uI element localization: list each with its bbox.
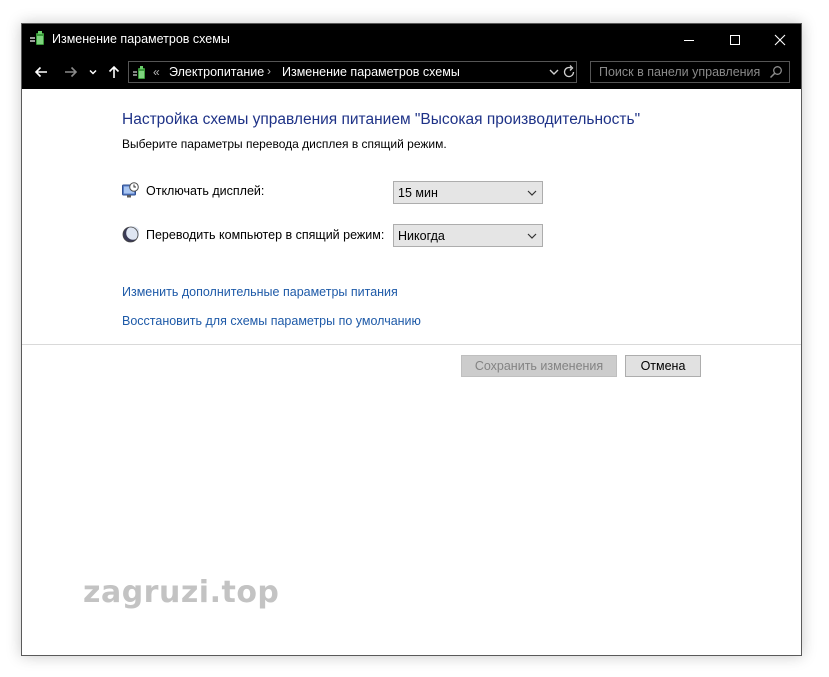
watermark: zagruzi.top — [83, 575, 280, 610]
address-bar[interactable]: « Электропитание › Изменение параметров … — [128, 61, 577, 83]
breadcrumb-separator[interactable]: › — [267, 64, 271, 78]
minimize-button[interactable] — [666, 24, 712, 55]
refresh-icon[interactable] — [562, 64, 576, 80]
window-title: Изменение параметров схемы — [52, 32, 230, 46]
moon-sleep-icon — [122, 226, 139, 243]
sleep-select[interactable]: Никогда — [393, 224, 543, 247]
forward-button[interactable] — [60, 60, 82, 84]
navigation-bar: « Электропитание › Изменение параметров … — [22, 55, 801, 89]
back-button[interactable] — [30, 60, 52, 84]
sleep-label: Переводить компьютер в спящий режим: — [146, 228, 385, 242]
window: Изменение параметров схемы « Электропита… — [21, 23, 802, 656]
arrow-up-icon — [108, 65, 120, 78]
breadcrumb-power-options[interactable]: Электропитание — [169, 65, 264, 79]
up-button[interactable] — [104, 60, 124, 84]
arrow-left-icon — [34, 66, 47, 78]
page-subtitle: Выберите параметры перевода дисплея в сп… — [122, 137, 447, 151]
close-button[interactable] — [757, 24, 803, 55]
power-options-icon — [133, 66, 145, 79]
breadcrumb-overflow[interactable]: « — [153, 65, 160, 79]
recent-locations-button[interactable] — [86, 60, 100, 84]
display-off-select[interactable]: 15 мин — [393, 181, 543, 204]
close-icon — [774, 34, 786, 45]
search-icon[interactable] — [769, 65, 783, 79]
cancel-button[interactable]: Отмена — [625, 355, 701, 377]
divider — [22, 344, 801, 345]
breadcrumb-edit-plan[interactable]: Изменение параметров схемы — [282, 65, 460, 79]
power-options-icon — [30, 31, 44, 45]
chevron-down-icon — [527, 190, 537, 196]
chevron-down-icon — [527, 233, 537, 239]
display-off-value: 15 мин — [398, 186, 438, 200]
search-box[interactable]: Поиск в панели управления — [590, 61, 790, 83]
restore-defaults-link[interactable]: Восстановить для схемы параметры по умол… — [122, 314, 421, 328]
save-changes-button[interactable]: Сохранить изменения — [461, 355, 617, 377]
page-title: Настройка схемы управления питанием "Выс… — [122, 111, 641, 128]
content-area: Настройка схемы управления питанием "Выс… — [22, 89, 801, 655]
maximize-button[interactable] — [712, 24, 758, 55]
sleep-value: Никогда — [398, 229, 445, 243]
address-dropdown-icon[interactable] — [547, 65, 561, 79]
chevron-down-icon — [89, 69, 97, 75]
minimize-icon — [684, 39, 694, 41]
title-bar[interactable]: Изменение параметров схемы — [22, 24, 801, 55]
search-placeholder: Поиск в панели управления — [599, 65, 761, 79]
monitor-clock-icon — [122, 182, 139, 198]
display-off-label: Отключать дисплей: — [146, 184, 265, 198]
advanced-power-settings-link[interactable]: Изменить дополнительные параметры питани… — [122, 285, 398, 299]
maximize-icon — [730, 34, 740, 45]
arrow-right-icon — [65, 66, 78, 78]
